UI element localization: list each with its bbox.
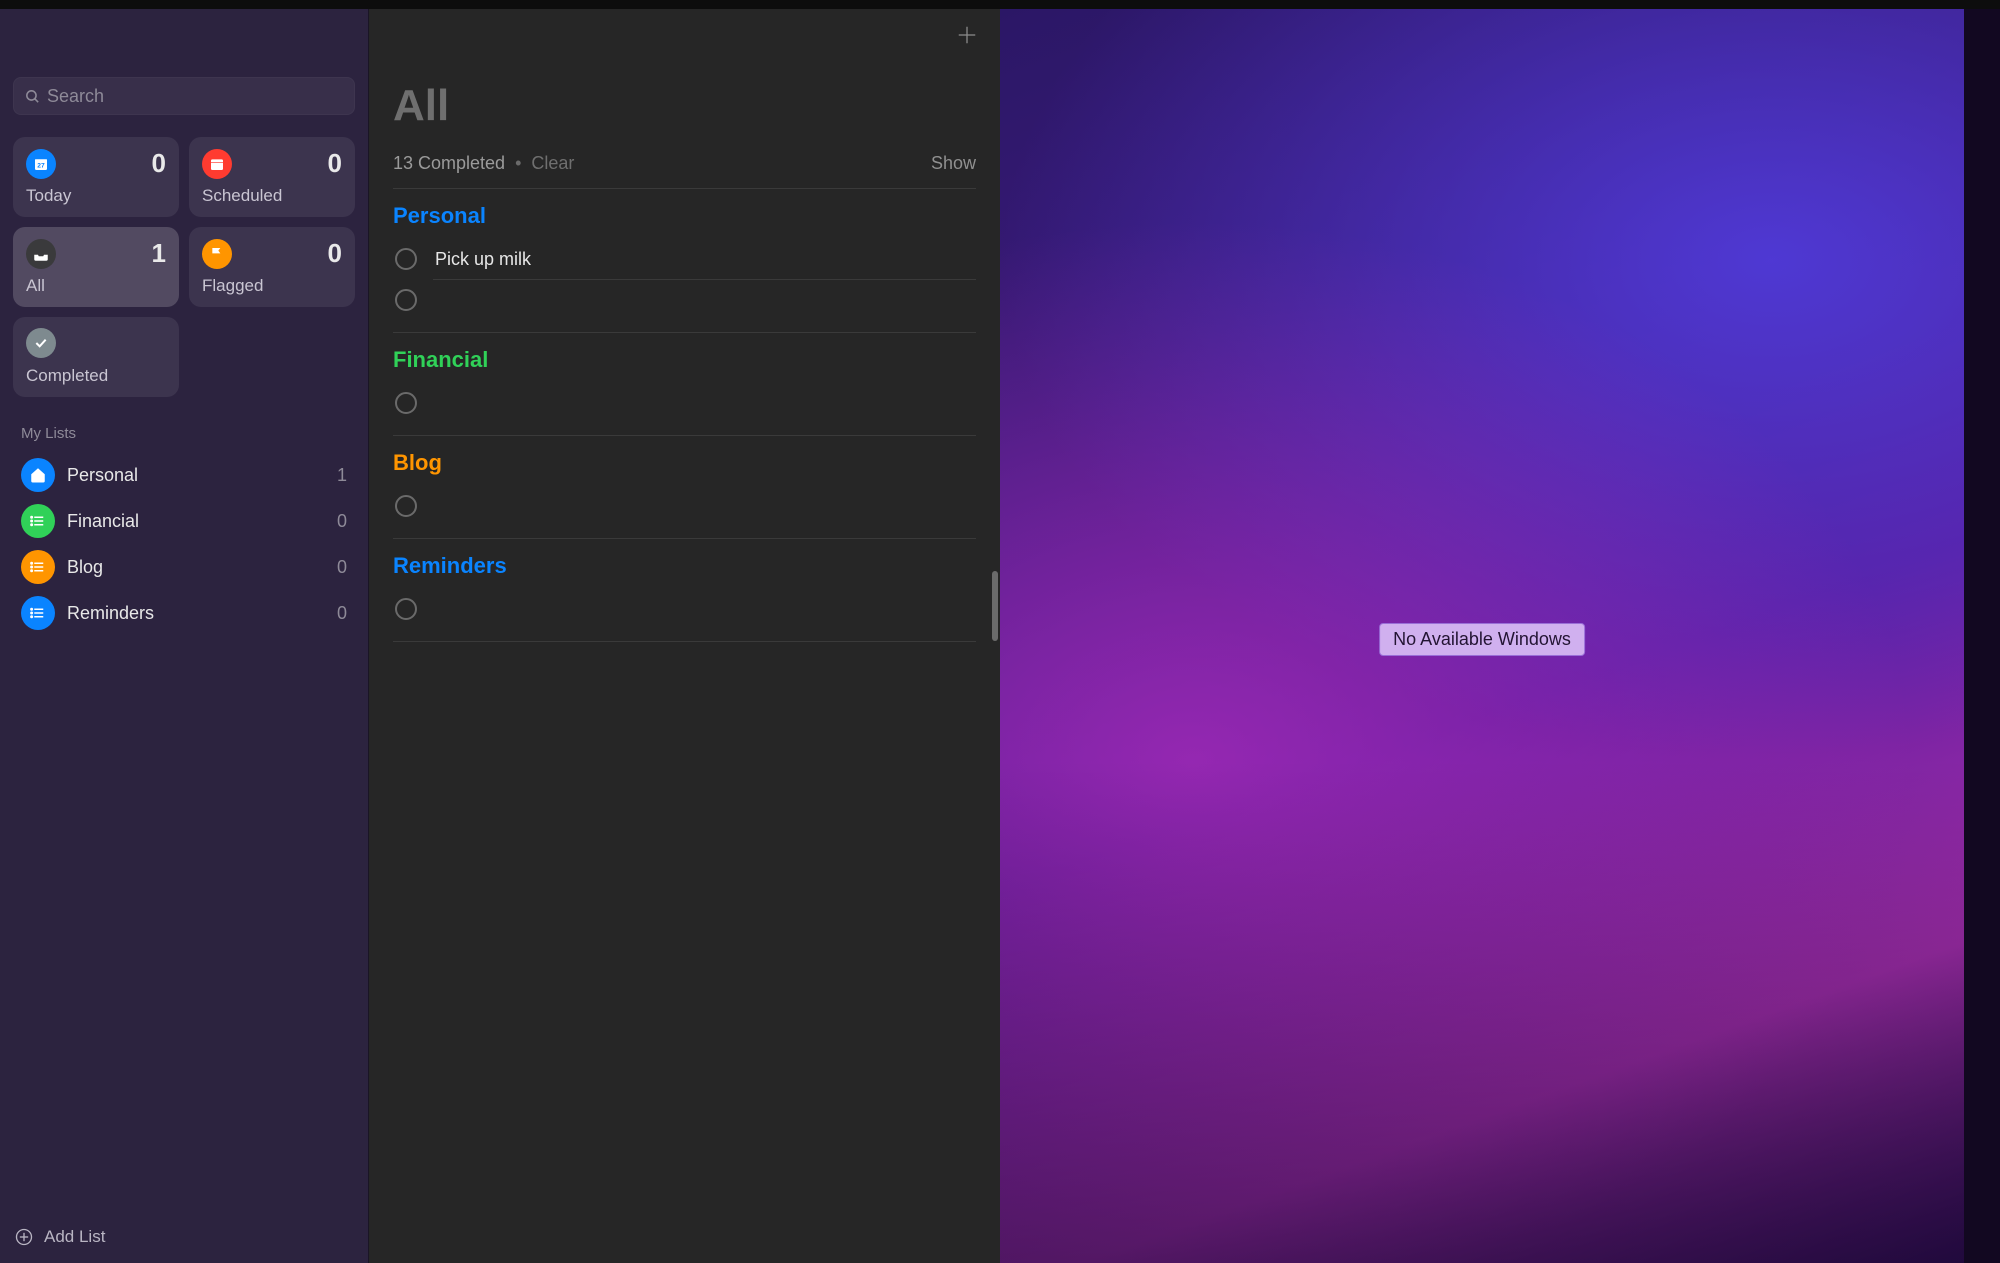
list-count: 0	[337, 557, 347, 578]
list-reminders[interactable]: Reminders 0	[13, 590, 355, 636]
list-count: 0	[337, 511, 347, 532]
group-title[interactable]: Reminders	[393, 553, 976, 579]
smart-scheduled-count: 0	[328, 148, 342, 179]
reminders-group: Reminders	[393, 539, 976, 642]
checkmark-icon	[26, 328, 56, 358]
show-button[interactable]: Show	[931, 153, 976, 174]
sidebar: 27 0 Today 0 Scheduled	[0, 9, 369, 1263]
empty-task-row[interactable]	[393, 280, 976, 320]
list-icon	[21, 550, 55, 584]
task-complete-toggle[interactable]	[395, 248, 417, 270]
list-label: Reminders	[67, 603, 337, 624]
smart-scheduled[interactable]: 0 Scheduled	[189, 137, 355, 217]
smart-completed[interactable]: Completed	[13, 317, 179, 397]
right-edge-panel	[1964, 9, 2000, 1263]
smart-all-label: All	[26, 276, 166, 296]
reminders-group: Financial	[393, 333, 976, 436]
my-lists: Personal 1 Financial 0 B	[13, 452, 355, 636]
task-complete-toggle[interactable]	[395, 495, 417, 517]
list-label: Personal	[67, 465, 337, 486]
task-complete-toggle[interactable]	[395, 289, 417, 311]
reminders-group: Blog	[393, 436, 976, 539]
smart-completed-label: Completed	[26, 366, 166, 386]
group-title[interactable]: Financial	[393, 347, 976, 373]
list-financial[interactable]: Financial 0	[13, 498, 355, 544]
smart-all[interactable]: 1 All	[13, 227, 179, 307]
menu-bar	[0, 0, 2000, 9]
empty-task-row[interactable]	[393, 383, 976, 423]
smart-flagged-count: 0	[328, 238, 342, 269]
smart-flagged[interactable]: 0 Flagged	[189, 227, 355, 307]
my-lists-header: My Lists	[21, 425, 355, 442]
task-title[interactable]: Pick up milk	[435, 249, 531, 270]
svg-text:27: 27	[37, 162, 45, 169]
list-personal[interactable]: Personal 1	[13, 452, 355, 498]
plus-circle-icon	[14, 1227, 34, 1247]
new-reminder-button[interactable]	[956, 23, 978, 51]
smart-today[interactable]: 27 0 Today	[13, 137, 179, 217]
list-count: 0	[337, 603, 347, 624]
reminders-group: Personal Pick up milk	[393, 189, 976, 333]
smart-scheduled-label: Scheduled	[202, 186, 342, 206]
calendar-icon	[202, 149, 232, 179]
add-list-button[interactable]: Add List	[14, 1227, 105, 1247]
smart-list-grid: 27 0 Today 0 Scheduled	[13, 137, 355, 397]
page-title: All	[393, 81, 976, 131]
task-complete-toggle[interactable]	[395, 392, 417, 414]
task-complete-toggle[interactable]	[395, 598, 417, 620]
completed-status-row: 13 Completed • Clear Show	[393, 153, 976, 189]
search-icon	[24, 88, 41, 105]
search-input[interactable]	[47, 86, 344, 107]
calendar-today-icon: 27	[26, 149, 56, 179]
flag-icon	[202, 239, 232, 269]
task-row[interactable]: Pick up milk	[393, 239, 976, 279]
smart-flagged-label: Flagged	[202, 276, 342, 296]
tray-icon	[26, 239, 56, 269]
sidebar-footer: Add List	[0, 1211, 368, 1263]
toolbar	[369, 9, 1000, 65]
add-list-label: Add List	[44, 1227, 105, 1247]
clear-button[interactable]: Clear	[531, 153, 574, 174]
group-title[interactable]: Personal	[393, 203, 976, 229]
plus-icon	[956, 24, 978, 46]
no-windows-tooltip: No Available Windows	[1379, 623, 1585, 656]
home-icon	[21, 458, 55, 492]
list-blog[interactable]: Blog 0	[13, 544, 355, 590]
content-pane: All 13 Completed • Clear Show Personal Pi…	[369, 9, 1000, 1263]
smart-all-count: 1	[152, 238, 166, 269]
empty-task-row[interactable]	[393, 589, 976, 629]
separator-dot: •	[515, 153, 521, 174]
list-icon	[21, 504, 55, 538]
list-label: Financial	[67, 511, 337, 532]
smart-today-label: Today	[26, 186, 166, 206]
list-icon	[21, 596, 55, 630]
scrollbar-thumb[interactable]	[992, 571, 998, 641]
completed-count-text: 13 Completed	[393, 153, 505, 174]
list-count: 1	[337, 465, 347, 486]
reminders-window: 27 0 Today 0 Scheduled	[0, 9, 1000, 1263]
smart-today-count: 0	[152, 148, 166, 179]
desktop-background: No Available Windows	[1000, 9, 1964, 1263]
list-label: Blog	[67, 557, 337, 578]
empty-task-row[interactable]	[393, 486, 976, 526]
group-title[interactable]: Blog	[393, 450, 976, 476]
search-field[interactable]	[13, 77, 355, 115]
